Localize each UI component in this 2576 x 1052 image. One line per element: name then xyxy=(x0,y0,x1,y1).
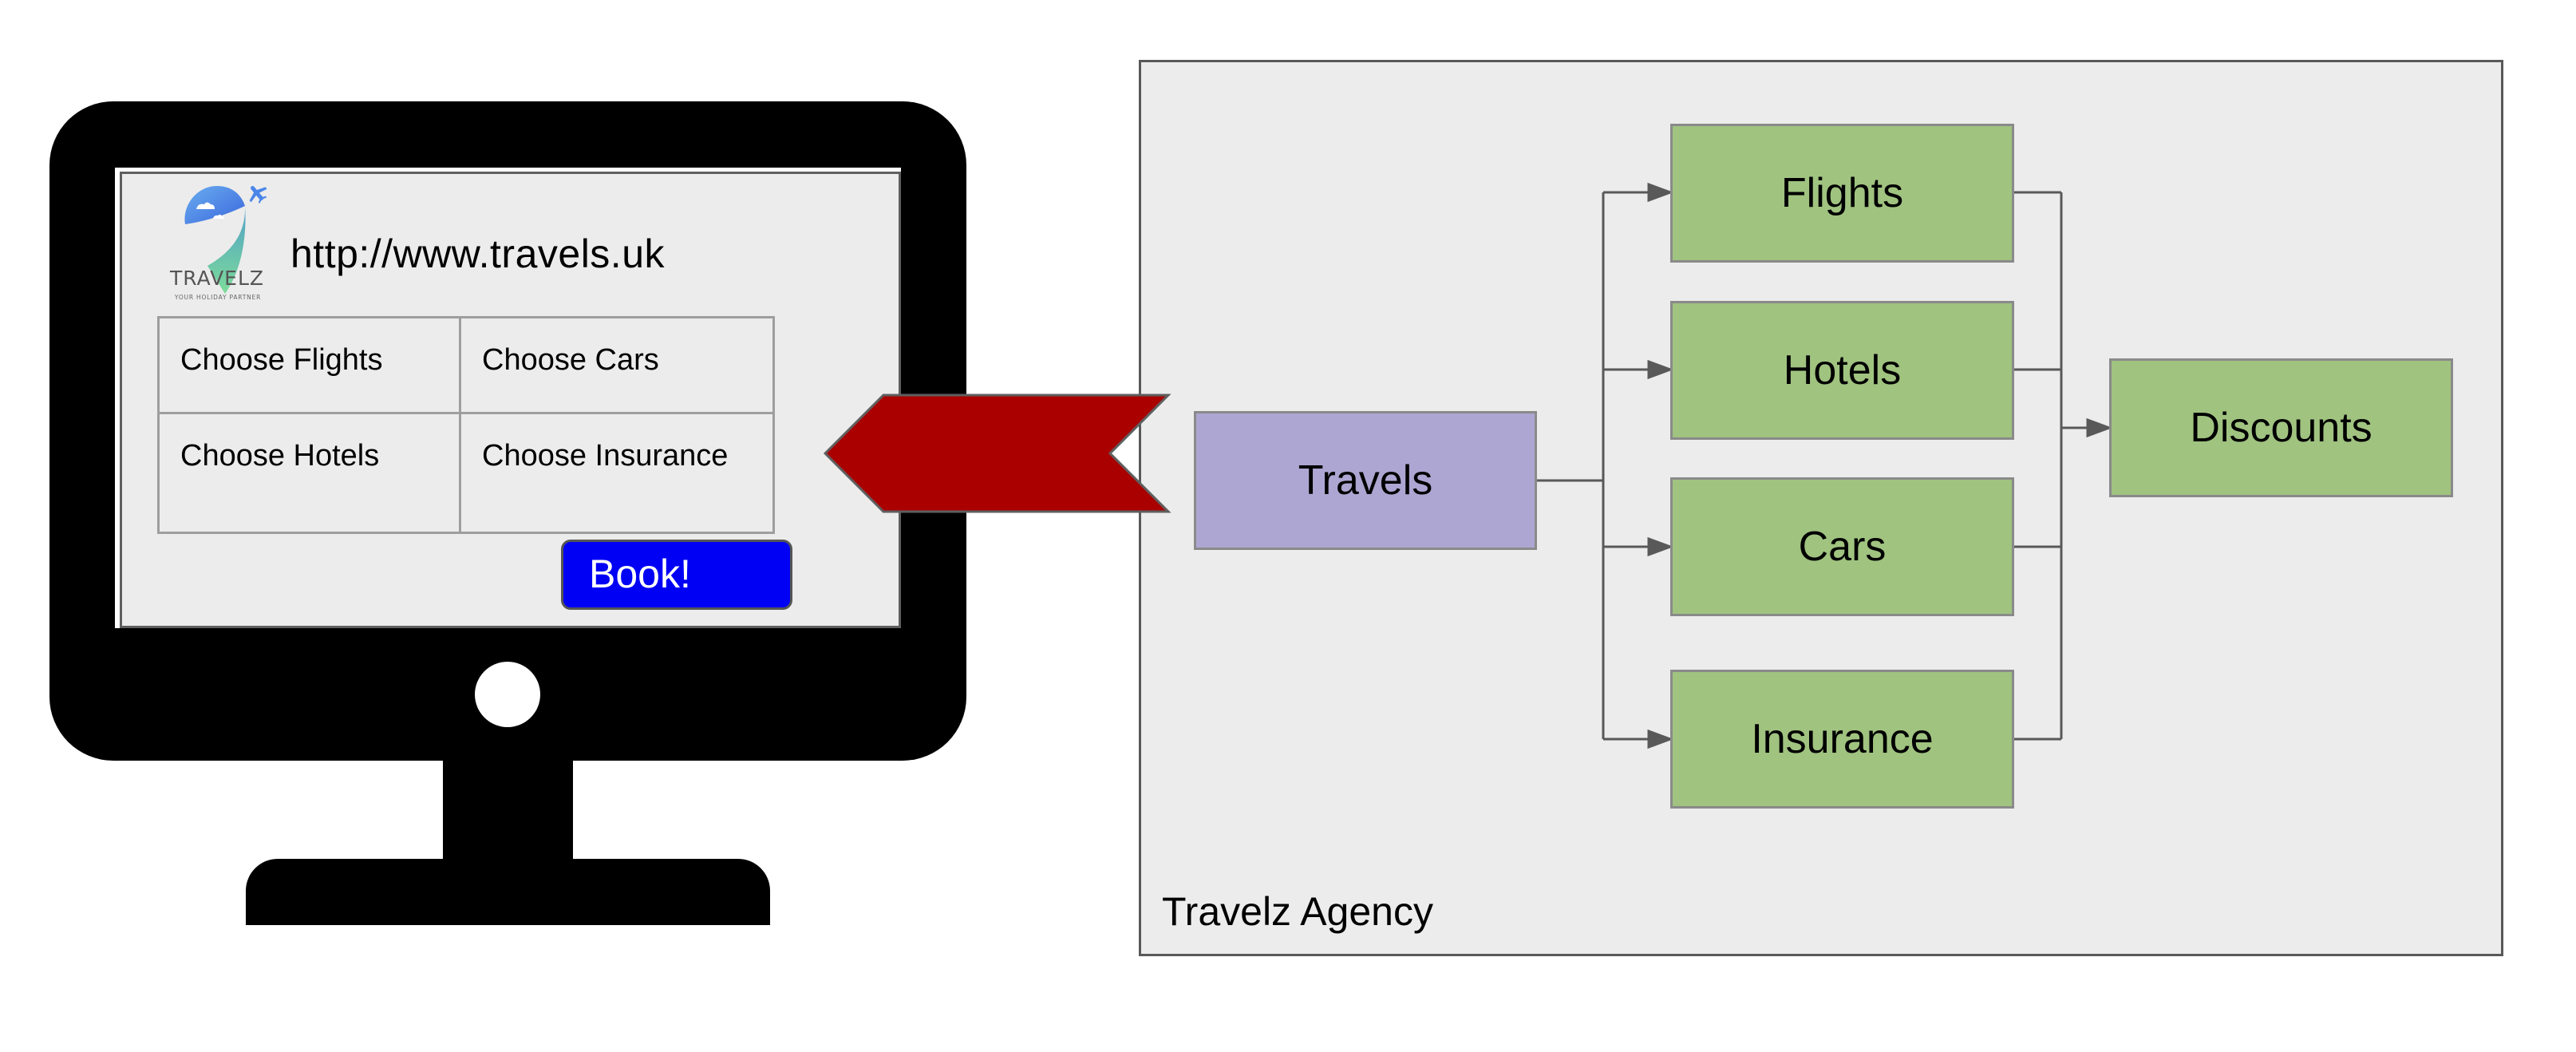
node-cars-label: Cars xyxy=(1798,524,1887,570)
node-travels: Travels xyxy=(1194,411,1537,550)
logo-tagline: YOUR HOLIDAY PARTNER xyxy=(174,294,262,301)
node-discounts-label: Discounts xyxy=(2190,405,2373,451)
book-button[interactable]: Book! xyxy=(561,540,792,610)
website-url: http://www.travels.uk xyxy=(290,231,665,276)
choose-cars-option[interactable]: Choose Cars xyxy=(461,318,772,414)
red-arrow-icon xyxy=(823,394,1171,513)
node-cars: Cars xyxy=(1670,477,2014,616)
agency-label: Travelz Agency xyxy=(1162,889,1433,934)
node-discounts: Discounts xyxy=(2109,358,2453,497)
choice-grid: Choose Flights Choose Cars Choose Hotels… xyxy=(157,316,775,534)
red-arrow-shape xyxy=(823,394,1171,513)
node-insurance: Insurance xyxy=(1670,670,2014,809)
node-flights: Flights xyxy=(1670,124,2014,263)
logo-plane xyxy=(249,185,267,204)
monitor-stand-base xyxy=(246,859,770,925)
power-button-icon xyxy=(475,662,540,727)
node-insurance-label: Insurance xyxy=(1751,716,1934,762)
node-flights-label: Flights xyxy=(1780,170,1904,216)
choose-flights-option[interactable]: Choose Flights xyxy=(160,318,461,414)
node-travels-label: Travels xyxy=(1298,457,1433,504)
monitor-stand-neck xyxy=(443,758,573,862)
choose-insurance-option[interactable]: Choose Insurance xyxy=(461,414,772,532)
node-hotels: Hotels xyxy=(1670,301,2014,440)
choose-hotels-option[interactable]: Choose Hotels xyxy=(160,414,461,532)
logo-brand-text: TRAVELZ xyxy=(169,267,265,290)
node-hotels-label: Hotels xyxy=(1783,347,1902,394)
